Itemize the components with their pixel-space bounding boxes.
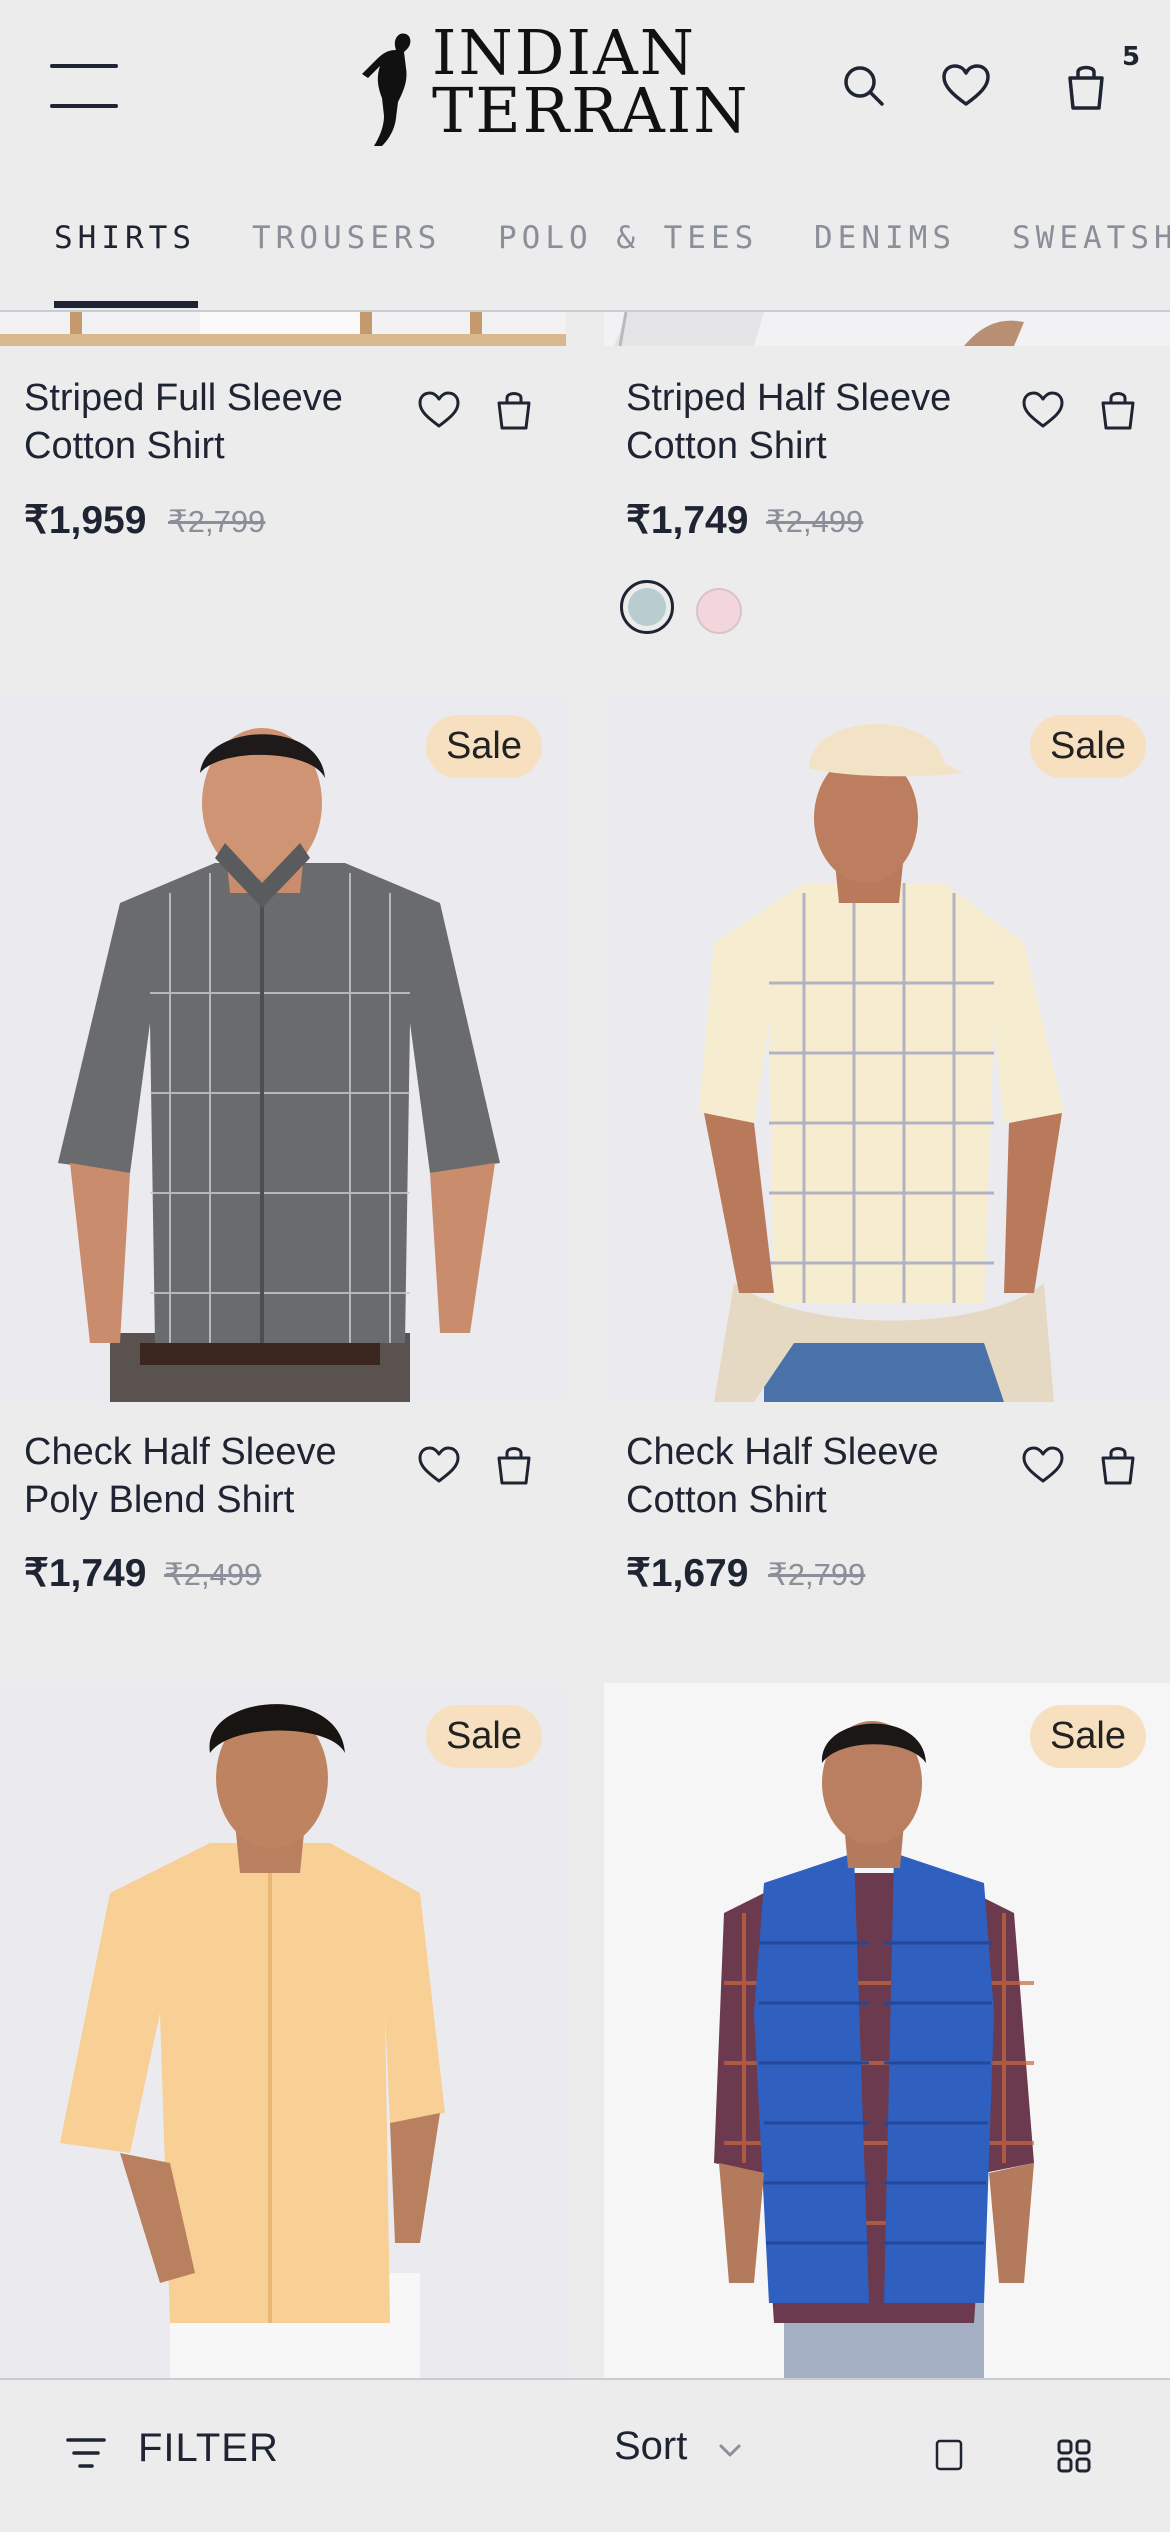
sort-button[interactable]: Sort bbox=[614, 2424, 687, 2469]
grid-view-icon[interactable] bbox=[1056, 2438, 1092, 2474]
sale-badge: Sale bbox=[1029, 1705, 1146, 1768]
color-swatch-selected[interactable] bbox=[620, 580, 674, 634]
product-image[interactable]: Sale bbox=[604, 1683, 1170, 2378]
product-name-line-2: Cotton Shirt bbox=[626, 425, 827, 467]
menu-icon[interactable] bbox=[50, 64, 118, 108]
wishlist-heart-icon[interactable] bbox=[1019, 386, 1067, 434]
wishlist-heart-icon[interactable] bbox=[415, 386, 463, 434]
product-name-line-2: Cotton Shirt bbox=[24, 425, 225, 467]
product-image[interactable]: Sale bbox=[0, 1683, 566, 2378]
swatch-fill bbox=[628, 588, 666, 626]
product-mrp: ₹2,799 bbox=[168, 504, 266, 539]
single-column-view-icon[interactable] bbox=[934, 2438, 964, 2472]
add-to-bag-icon[interactable] bbox=[1094, 386, 1142, 434]
product-name-line-2: Cotton Shirt bbox=[626, 1479, 827, 1521]
product-price: ₹1,749 bbox=[24, 1552, 147, 1595]
product-card[interactable]: Sale bbox=[0, 1683, 566, 2378]
add-to-bag-icon[interactable] bbox=[490, 1441, 538, 1489]
product-card[interactable]: Striped Full Sleeve Cotton Shirt ₹1,959 … bbox=[0, 312, 566, 692]
category-tabs: SHIRTS TROUSERS POLO & TEES DENIMS SWEAT… bbox=[0, 200, 1170, 312]
chevron-down-icon[interactable] bbox=[716, 2436, 744, 2464]
tab-shirts[interactable]: SHIRTS bbox=[54, 220, 196, 256]
product-name-line-1: Check Half Sleeve bbox=[24, 1431, 337, 1473]
product-mrp: ₹2,499 bbox=[766, 504, 864, 539]
product-card[interactable]: Striped Half Sleeve Cotton Shirt ₹1,749 … bbox=[604, 312, 1170, 692]
product-name-line-1: Striped Half Sleeve bbox=[626, 377, 952, 419]
tab-denims[interactable]: DENIMS bbox=[814, 220, 956, 256]
sale-badge: Sale bbox=[425, 715, 542, 778]
product-image[interactable] bbox=[0, 312, 566, 346]
product-name-line-1: Check Half Sleeve bbox=[626, 1431, 939, 1473]
product-name[interactable]: Check Half Sleeve Cotton Shirt bbox=[626, 1428, 996, 1524]
brand-logo[interactable]: INDIAN TERRAIN bbox=[360, 22, 748, 152]
wishlist-heart-icon[interactable] bbox=[1019, 1441, 1067, 1489]
product-card[interactable]: Sale Check Half Sleeve Poly Blend Shirt … bbox=[0, 693, 566, 1643]
product-name[interactable]: Striped Half Sleeve Cotton Shirt bbox=[626, 374, 996, 470]
tab-sweatshirts[interactable]: SWEATSH bbox=[1012, 220, 1170, 256]
search-icon[interactable] bbox=[836, 58, 892, 114]
wishlist-heart-icon[interactable] bbox=[415, 1441, 463, 1489]
product-price: ₹1,749 bbox=[626, 499, 749, 542]
brand-line-2: TERRAIN bbox=[432, 74, 750, 147]
product-mrp: ₹2,499 bbox=[164, 1557, 262, 1592]
app-header: INDIAN TERRAIN 5 bbox=[0, 0, 1170, 175]
color-swatch[interactable] bbox=[696, 588, 742, 634]
tab-polo-tees[interactable]: POLO & TEES bbox=[498, 220, 758, 256]
bottom-action-bar: FILTER Sort bbox=[0, 2378, 1170, 2532]
product-image[interactable]: Sale bbox=[604, 693, 1170, 1402]
product-price: ₹1,959 bbox=[24, 499, 147, 542]
filter-icon[interactable] bbox=[66, 2436, 106, 2470]
product-name[interactable]: Check Half Sleeve Poly Blend Shirt bbox=[24, 1428, 394, 1524]
add-to-bag-icon[interactable] bbox=[1094, 1441, 1142, 1489]
active-tab-indicator bbox=[54, 301, 198, 308]
add-to-bag-icon[interactable] bbox=[490, 386, 538, 434]
logo-figure-icon bbox=[362, 33, 411, 146]
product-card[interactable]: Sale bbox=[604, 1683, 1170, 2378]
product-card[interactable]: Sale Check Half Sleeve Cotton Shirt ₹1,6… bbox=[604, 693, 1170, 1643]
tab-trousers[interactable]: TROUSERS bbox=[252, 220, 441, 256]
product-name[interactable]: Striped Full Sleeve Cotton Shirt bbox=[24, 374, 394, 470]
filter-button[interactable]: FILTER bbox=[138, 2426, 279, 2471]
product-name-line-1: Striped Full Sleeve bbox=[24, 377, 343, 419]
brand-wordmark: INDIAN TERRAIN bbox=[432, 22, 750, 147]
cart-count-badge: 5 bbox=[1122, 42, 1141, 72]
shopping-bag-icon[interactable] bbox=[1058, 58, 1114, 114]
wishlist-heart-icon[interactable] bbox=[938, 58, 994, 114]
product-image[interactable] bbox=[604, 312, 1170, 346]
product-name-line-2: Poly Blend Shirt bbox=[24, 1479, 295, 1521]
sale-badge: Sale bbox=[1029, 715, 1146, 778]
product-image[interactable]: Sale bbox=[0, 693, 566, 1402]
product-mrp: ₹2,799 bbox=[768, 1557, 866, 1592]
sale-badge: Sale bbox=[425, 1705, 542, 1768]
product-price: ₹1,679 bbox=[626, 1552, 749, 1595]
